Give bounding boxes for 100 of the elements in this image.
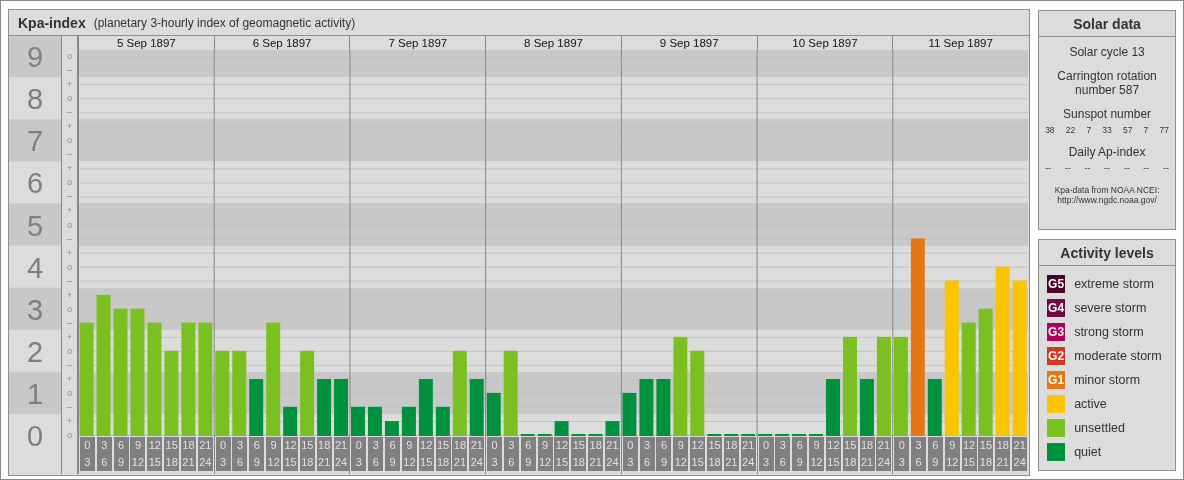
y-minor-label: – — [67, 317, 72, 328]
y-minor-label: – — [67, 401, 72, 412]
time-slot-label: 18 21 — [859, 437, 875, 471]
time-slot-label: 0 3 — [894, 437, 910, 471]
y-minor-label: + — [66, 373, 73, 384]
y-minor-label: + — [66, 121, 73, 132]
legend-label: strong storm — [1074, 325, 1144, 339]
y-minor-label: o — [67, 51, 72, 62]
y-minor-label: + — [66, 331, 73, 342]
time-slot-label: 3 6 — [639, 437, 655, 471]
sunspot-value: 7 — [1143, 125, 1149, 135]
panel-title: Activity levels — [1060, 244, 1154, 261]
y-minor-label: – — [67, 233, 72, 244]
time-slot-label: 3 6 — [503, 437, 519, 471]
y-minor-label: o — [67, 387, 72, 398]
panel-title: Solar data — [1073, 15, 1141, 32]
time-slot-label: 9 12 — [537, 437, 553, 471]
y-minor-label: + — [66, 205, 73, 216]
time-slot-label: 21 24 — [1012, 437, 1028, 471]
time-slot-label: 0 3 — [622, 437, 638, 471]
y-minor-label: o — [67, 177, 72, 188]
time-slot-label: 3 6 — [96, 437, 112, 471]
ap-index-value: -- — [1064, 163, 1071, 173]
time-slot-label: 6 9 — [385, 437, 401, 471]
time-slot-label: 18 21 — [181, 437, 196, 471]
y-minor-label: o — [67, 261, 72, 272]
sunspot-value: 33 — [1102, 125, 1112, 135]
solar-cycle-text: Solar cycle 13 — [1069, 45, 1145, 59]
y-axis-label: 5 — [26, 209, 44, 242]
y-minor-label: o — [67, 345, 72, 356]
time-slot-label: 9 12 — [266, 437, 282, 471]
ap-index-label: Daily Ap-index — [1068, 145, 1146, 159]
time-slot-label: 21 24 — [740, 437, 756, 471]
time-slot-label: 3 6 — [368, 437, 384, 471]
time-slot-label: 6 9 — [656, 437, 672, 471]
y-minor-label: + — [66, 415, 73, 426]
time-slot-label: 15 18 — [978, 437, 994, 471]
time-slot-label: 15 18 — [842, 437, 858, 471]
time-slot-label: 15 18 — [299, 437, 315, 471]
time-slot-label: 6 9 — [927, 437, 943, 471]
legend-swatch: G1 — [1047, 371, 1066, 389]
time-slot-label: 21 24 — [876, 437, 892, 471]
time-slot-label: 21 24 — [197, 437, 213, 471]
time-slot-label: 18 21 — [723, 437, 739, 471]
time-slot-label: 0 3 — [758, 437, 774, 471]
time-slot-label: 12 15 — [554, 437, 570, 471]
y-axis-label: 1 — [26, 377, 44, 410]
time-slot-label: 15 18 — [164, 437, 180, 471]
sunspot-value: 38 — [1045, 125, 1055, 135]
y-minor-label: – — [67, 359, 72, 370]
ap-index-value: -- — [1084, 163, 1091, 173]
carrington-text: Carrington rotation number 587 — [1056, 69, 1158, 97]
time-slot-label: 9 12 — [130, 437, 146, 471]
time-slot-label: 0 3 — [215, 437, 231, 471]
y-minor-label: – — [67, 65, 72, 76]
legend-swatch: G3 — [1047, 323, 1066, 341]
y-axis-label: 9 — [26, 41, 44, 74]
source-note: Kpa-data from NOAA NCEI: — [1054, 185, 1160, 195]
legend-label: severe storm — [1074, 301, 1147, 315]
time-slot-label: 12 15 — [690, 437, 706, 471]
y-minor-label: + — [66, 163, 73, 174]
ap-index-value: -- — [1123, 163, 1130, 173]
time-slot-label: 21 24 — [469, 437, 485, 471]
y-axis-label: 3 — [26, 293, 44, 326]
y-minor-label: – — [67, 107, 72, 118]
ap-index-value: -- — [1104, 163, 1111, 173]
y-minor-label: – — [67, 191, 72, 202]
legend-swatch: G2 — [1047, 347, 1066, 365]
ap-index-value: -- — [1143, 163, 1150, 173]
time-slot-label: 9 12 — [944, 437, 960, 471]
y-axis-label: 4 — [26, 251, 44, 284]
time-slot-label: 3 6 — [775, 437, 791, 471]
time-slot-label: 6 9 — [113, 437, 129, 471]
legend-label: unsettled — [1074, 421, 1125, 435]
y-minor-label: o — [67, 303, 72, 314]
time-slot-label: 6 9 — [792, 437, 808, 471]
time-slot-label: 9 12 — [809, 437, 825, 471]
legend-swatch: G5 — [1047, 275, 1066, 293]
sunspot-label: Sunspot number — [1063, 107, 1152, 121]
legend-label: moderate storm — [1074, 349, 1162, 363]
sunspot-value: 7 — [1086, 125, 1092, 135]
y-minor-label: o — [67, 93, 72, 104]
y-axis-label: 0 — [26, 420, 44, 452]
time-slot-label: 12 15 — [147, 437, 163, 471]
time-slot-label: 12 15 — [961, 437, 977, 471]
time-slot-label: 3 6 — [911, 437, 927, 471]
sunspot-value: 57 — [1122, 125, 1133, 135]
time-slot-label: 6 9 — [520, 437, 536, 471]
y-minor-label: – — [67, 275, 72, 286]
legend-label: active — [1074, 397, 1107, 411]
legend-label: minor storm — [1074, 373, 1141, 387]
time-slot-label: 0 3 — [79, 437, 95, 471]
ap-index-value: -- — [1162, 163, 1169, 173]
y-minor-label: o — [67, 430, 72, 440]
time-slot-label: 9 12 — [673, 437, 689, 471]
time-slot-label: 0 3 — [487, 437, 503, 471]
time-slot-label: 18 21 — [995, 437, 1011, 471]
y-axis-label: 6 — [26, 167, 44, 200]
time-slot-label: 15 18 — [571, 437, 587, 471]
y-minor-label: + — [66, 247, 73, 258]
